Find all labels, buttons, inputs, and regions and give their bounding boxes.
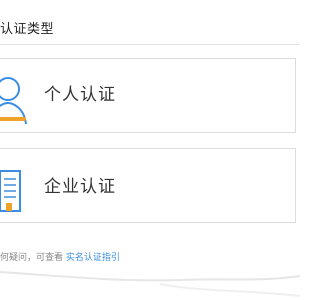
auth-type-page: 认证类型 个人认证 企业认证 何疑问，可查看 实名认证指引 bbox=[0, 0, 300, 300]
person-icon bbox=[0, 77, 27, 125]
enterprise-auth-label: 企业认证 bbox=[44, 177, 116, 197]
header-divider bbox=[0, 44, 300, 45]
building-icon bbox=[0, 170, 21, 212]
page-title: 认证类型 bbox=[0, 22, 55, 37]
enterprise-auth-card[interactable]: 企业认证 bbox=[0, 148, 296, 223]
decorative-wave bbox=[0, 271, 300, 297]
personal-auth-card[interactable]: 个人认证 bbox=[0, 58, 296, 133]
personal-auth-label: 个人认证 bbox=[44, 85, 116, 105]
